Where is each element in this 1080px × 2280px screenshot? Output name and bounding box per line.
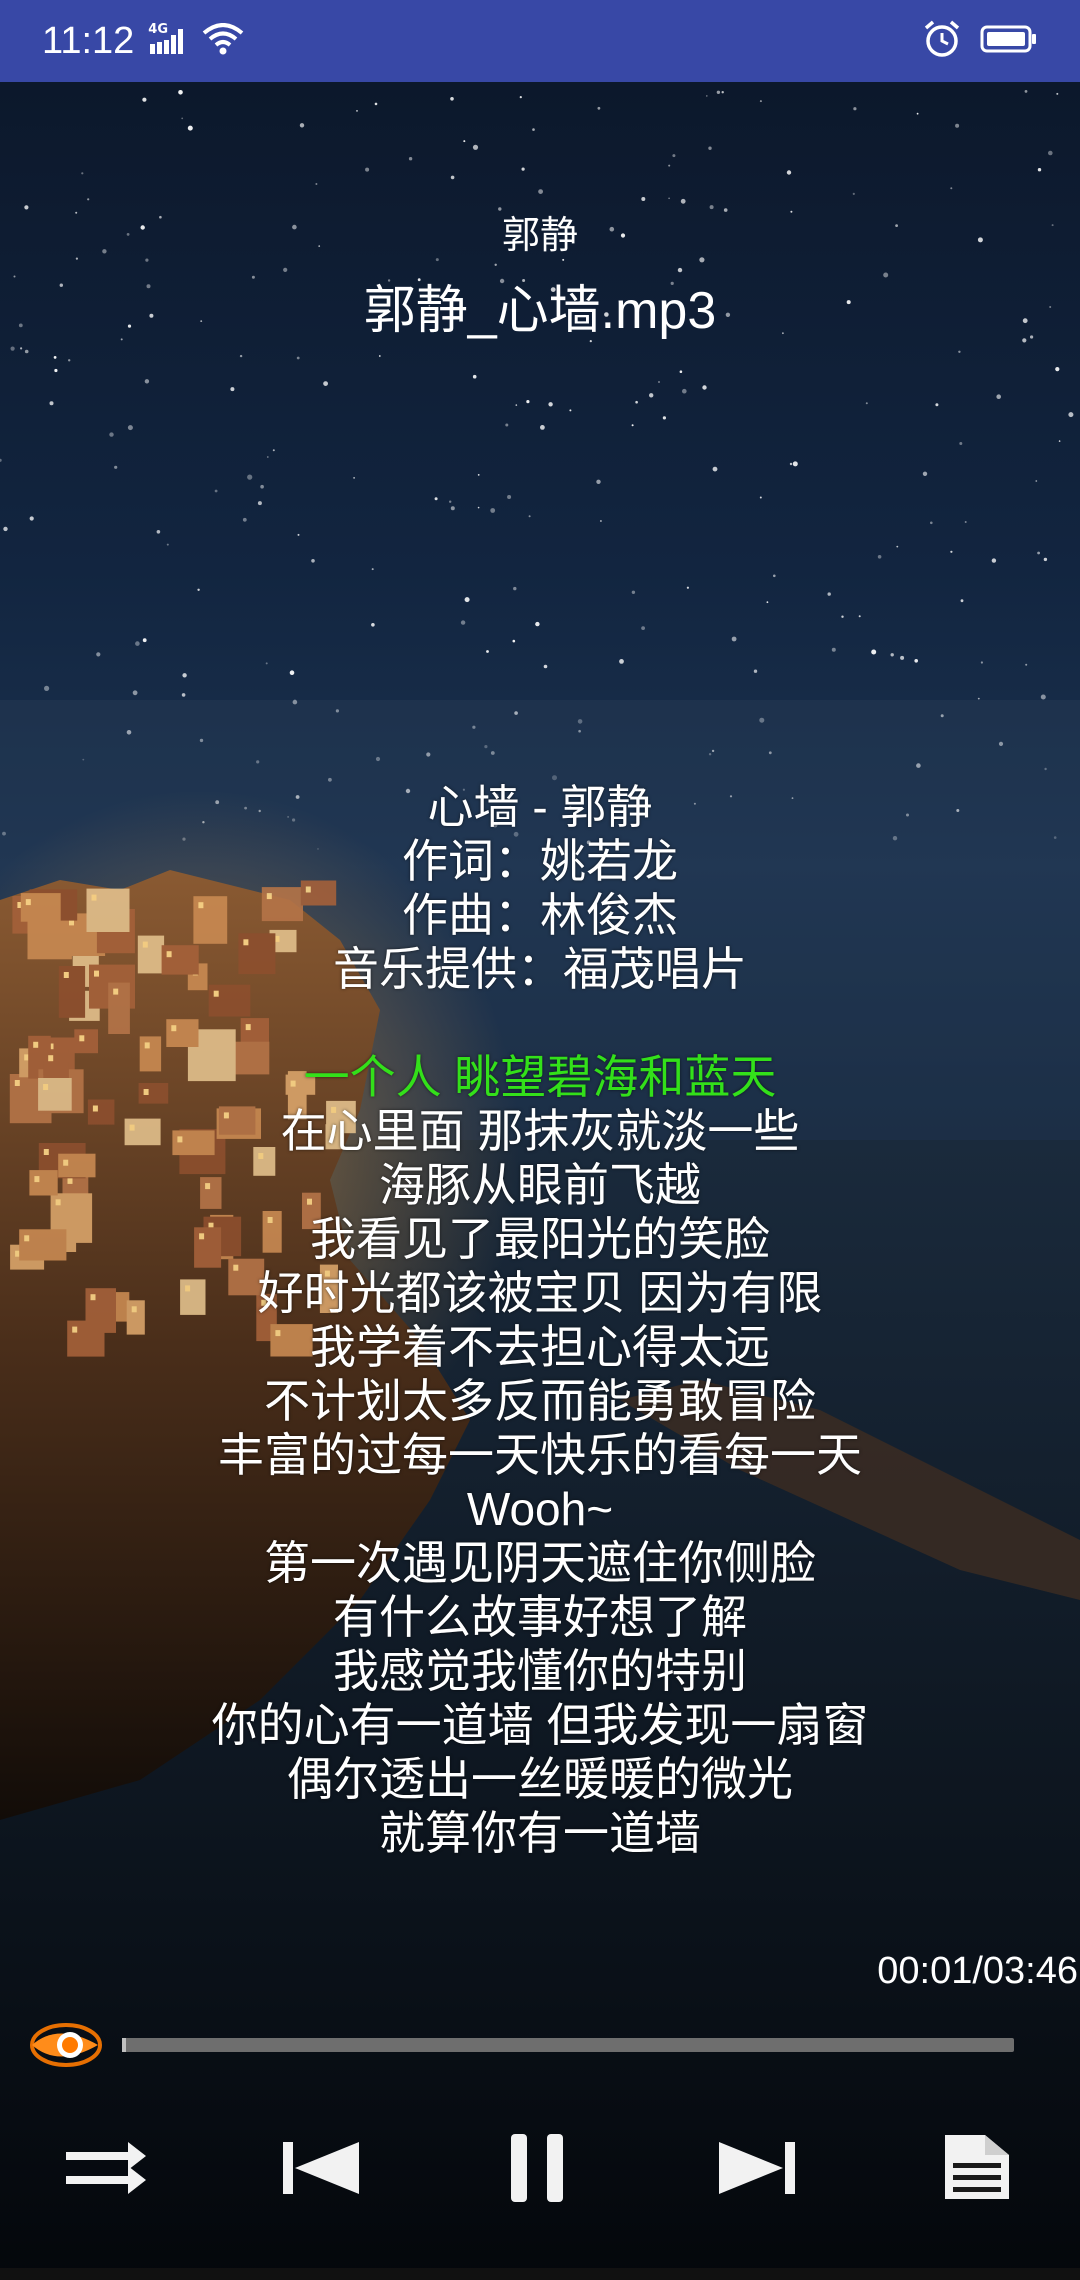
status-bar: 11:12 4G	[0, 0, 1080, 82]
artist-name: 郭静	[501, 215, 578, 257]
lyric-line: 作曲：林俊杰	[402, 889, 678, 941]
status-right	[922, 19, 1038, 63]
network-type-label: 4G	[148, 22, 168, 37]
lyric-line: 不计划太多反而能勇敢冒险	[264, 1375, 816, 1427]
lyric-line: 有什么故事好想了解	[333, 1591, 747, 1643]
battery-icon	[980, 24, 1038, 58]
lyric-line: 我看见了最阳光的笑脸	[310, 1213, 770, 1265]
next-icon	[713, 2136, 803, 2204]
playlist-icon	[935, 2133, 1015, 2207]
previous-button[interactable]	[270, 2130, 370, 2210]
lyric-line: 作词：姚若龙	[402, 835, 678, 887]
lyric-line: 在心里面 那抹灰就淡一些	[280, 1105, 800, 1157]
signal-icon: 4G	[148, 22, 188, 56]
lyric-line: 我学着不去担心得太远	[310, 1321, 770, 1373]
seek-thumb[interactable]	[28, 2012, 104, 2078]
lyric-line: 好时光都该被宝贝 因为有限	[257, 1267, 823, 1319]
lyric-line: 海豚从眼前飞越	[379, 1159, 701, 1211]
lyric-line: 就算你有一道墙	[379, 1807, 701, 1859]
lyric-line: 偶尔透出一丝暖暖的微光	[287, 1753, 793, 1805]
lyric-gap	[0, 996, 1080, 1050]
status-time: 11:12	[42, 19, 135, 62]
time-display: 00:01/03:46	[877, 1950, 1078, 1992]
song-title: 郭静_心墙.mp3	[363, 282, 717, 340]
playlist-button[interactable]	[925, 2130, 1025, 2210]
lyric-line: 丰富的过每一天快乐的看每一天	[218, 1429, 862, 1481]
lyric-line: 你的心有一道墙 但我发现一扇窗	[211, 1699, 869, 1751]
lyric-line: 心墙 - 郭静	[427, 781, 653, 833]
seek-bar[interactable]	[122, 2038, 1014, 2052]
shuffle-button[interactable]	[55, 2130, 155, 2210]
lyric-line: Wooh~	[466, 1483, 614, 1535]
navigation-bar	[0, 2268, 1080, 2280]
shuffle-icon	[60, 2138, 150, 2202]
previous-icon	[275, 2136, 365, 2204]
alarm-icon	[922, 19, 962, 63]
lyrics-panel[interactable]: 心墙 - 郭静 作词：姚若龙 作曲：林俊杰 音乐提供：福茂唱片 一个人 眺望碧海…	[0, 780, 1080, 1860]
pause-button[interactable]	[487, 2130, 587, 2210]
pause-icon	[505, 2128, 569, 2212]
next-button[interactable]	[708, 2130, 808, 2210]
wifi-icon	[202, 23, 244, 59]
seek-progress	[122, 2038, 126, 2052]
current-lyric-line: 一个人 眺望碧海和蓝天	[303, 1051, 777, 1103]
status-left: 11:12 4G	[42, 20, 244, 63]
lyric-line: 音乐提供：福茂唱片	[333, 943, 747, 995]
lyric-line: 第一次遇见阴天遮住你侧脸	[264, 1537, 816, 1589]
lyric-line: 我感觉我懂你的特别	[333, 1645, 747, 1697]
